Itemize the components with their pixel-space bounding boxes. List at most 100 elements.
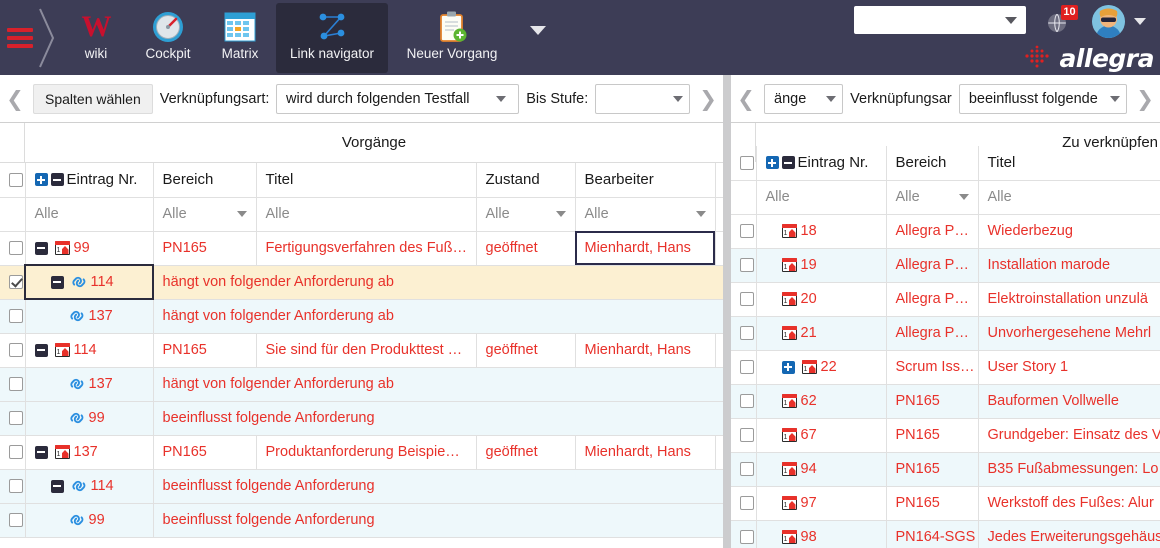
- row-id-cell[interactable]: 99: [25, 503, 153, 537]
- row-id-cell[interactable]: 119: [756, 248, 886, 282]
- row-titel[interactable]: Jedes Erweiterungsgehäus: [978, 520, 1160, 548]
- row-select-cell[interactable]: [731, 248, 756, 282]
- notifications-globe-button[interactable]: 10: [1045, 10, 1079, 40]
- chevron-right-icon[interactable]: ❯: [1134, 84, 1156, 114]
- row-bereich[interactable]: PN165: [886, 452, 978, 486]
- nav-item-cockpit[interactable]: Cockpit: [132, 3, 204, 73]
- row-id-cell[interactable]: 99: [25, 401, 153, 435]
- table-row[interactable]: 197PN165Werkstoff des Fußes: Alur: [731, 486, 1160, 520]
- row-bereich[interactable]: Allegra P…: [886, 214, 978, 248]
- row-zustand[interactable]: geöffnet: [476, 435, 575, 469]
- row-select-checkbox[interactable]: [9, 445, 23, 459]
- row-select-checkbox[interactable]: [740, 326, 754, 340]
- right-filter-bereich[interactable]: Alle: [886, 180, 978, 214]
- expand-row-icon[interactable]: [782, 361, 795, 374]
- row-id-cell[interactable]: 197: [756, 486, 886, 520]
- chevron-right-icon[interactable]: ❯: [697, 84, 719, 114]
- row-select-checkbox[interactable]: [740, 428, 754, 442]
- row-titel[interactable]: B35 Fußabmessungen: Lo: [978, 452, 1160, 486]
- row-id-cell[interactable]: 120: [756, 282, 886, 316]
- row-bereich[interactable]: PN165: [153, 435, 256, 469]
- row-bereich[interactable]: PN165: [886, 486, 978, 520]
- column-header-bearbeiter[interactable]: Bearbeiter: [575, 163, 715, 197]
- table-row[interactable]: 114hängt von folgender Anforderung ab: [0, 265, 723, 299]
- filter-bearbeiter[interactable]: Alle: [575, 197, 715, 231]
- table-row[interactable]: 194PN165B35 Fußabmessungen: Lo: [731, 452, 1160, 486]
- row-id-cell[interactable]: 114: [25, 265, 153, 299]
- collapse-row-icon[interactable]: [35, 242, 48, 255]
- row-bereich[interactable]: PN164-SGS: [886, 520, 978, 548]
- row-zustand[interactable]: geöffnet: [476, 231, 575, 265]
- row-titel[interactable]: Elektroinstallation unzulä: [978, 282, 1160, 316]
- row-c[interactable]: 1: [715, 231, 723, 265]
- row-select-cell[interactable]: [0, 333, 25, 367]
- row-bereich[interactable]: Scrum Iss…: [886, 350, 978, 384]
- expand-all-icon[interactable]: [766, 156, 779, 169]
- row-titel[interactable]: Installation marode: [978, 248, 1160, 282]
- row-select-checkbox[interactable]: [9, 275, 23, 289]
- row-bereich[interactable]: PN165: [886, 384, 978, 418]
- row-id-cell[interactable]: 137: [25, 367, 153, 401]
- chevron-down-icon[interactable]: [530, 26, 546, 35]
- filter-c[interactable]: A: [715, 197, 723, 231]
- row-id-cell[interactable]: 118: [756, 214, 886, 248]
- table-row[interactable]: 119Allegra P…Installation marode: [731, 248, 1160, 282]
- row-id-cell[interactable]: 1137: [25, 435, 153, 469]
- row-id-cell[interactable]: 194: [756, 452, 886, 486]
- filter-zustand[interactable]: Alle: [476, 197, 575, 231]
- row-select-cell[interactable]: [0, 265, 25, 299]
- table-row[interactable]: 1137PN165Produktanforderung Beispie…geöf…: [0, 435, 723, 469]
- table-row[interactable]: 137hängt von folgender Anforderung ab: [0, 299, 723, 333]
- row-c[interactable]: 2: [715, 435, 723, 469]
- column-header-titel[interactable]: Titel: [256, 163, 476, 197]
- row-select-cell[interactable]: [0, 469, 25, 503]
- row-select-cell[interactable]: [0, 231, 25, 265]
- row-select-checkbox[interactable]: [9, 479, 23, 493]
- table-row[interactable]: 121Allegra P…Unvorhergesehene Mehrl: [731, 316, 1160, 350]
- row-select-checkbox[interactable]: [740, 224, 754, 238]
- filter-eintrag-nr[interactable]: Alle: [25, 197, 153, 231]
- level-select[interactable]: [595, 84, 690, 114]
- row-id-cell[interactable]: 198: [756, 520, 886, 548]
- row-titel[interactable]: Produktanforderung Beispie…: [256, 435, 476, 469]
- row-select-checkbox[interactable]: [9, 241, 23, 255]
- row-id-cell[interactable]: 199: [25, 231, 153, 265]
- row-id-cell[interactable]: 1114: [25, 333, 153, 367]
- row-c[interactable]: 2: [715, 333, 723, 367]
- row-select-checkbox[interactable]: [740, 258, 754, 272]
- row-bereich[interactable]: PN165: [153, 231, 256, 265]
- right-link-type-select[interactable]: beeinflusst folgende A: [959, 84, 1127, 114]
- row-select-checkbox[interactable]: [740, 360, 754, 374]
- nav-item-matrix[interactable]: Matrix: [204, 3, 276, 73]
- row-link-text[interactable]: beeinflusst folgende Anforderung: [153, 401, 723, 435]
- column-header-c[interactable]: C: [715, 163, 723, 197]
- column-header-eintrag-nr[interactable]: Eintrag Nr.: [25, 163, 153, 197]
- right-filter-eintrag-nr[interactable]: Alle: [756, 180, 886, 214]
- row-id-cell[interactable]: 167: [756, 418, 886, 452]
- row-id-cell[interactable]: 121: [756, 316, 886, 350]
- row-select-cell[interactable]: [731, 520, 756, 548]
- right-column-header-eintrag-nr[interactable]: Eintrag Nr.: [756, 146, 886, 180]
- table-row[interactable]: 137hängt von folgender Anforderung ab: [0, 367, 723, 401]
- filter-titel[interactable]: Alle: [256, 197, 476, 231]
- row-select-checkbox[interactable]: [740, 530, 754, 544]
- table-row[interactable]: 1114PN165Sie sind für den Produkttest …g…: [0, 333, 723, 367]
- right-filter-titel[interactable]: Alle: [978, 180, 1160, 214]
- scope-select[interactable]: änge: [764, 84, 843, 114]
- right-column-header-titel[interactable]: Titel: [978, 146, 1160, 180]
- hamburger-menu-icon[interactable]: [0, 0, 34, 75]
- table-row[interactable]: 122Scrum Iss…User Story 1: [731, 350, 1160, 384]
- table-row[interactable]: 198PN164-SGSJedes Erweiterungsgehäus: [731, 520, 1160, 548]
- row-id-cell[interactable]: 162: [756, 384, 886, 418]
- chevron-left-icon[interactable]: ❮: [4, 84, 26, 114]
- filter-bereich[interactable]: Alle: [153, 197, 256, 231]
- row-titel[interactable]: Werkstoff des Fußes: Alur: [978, 486, 1160, 520]
- row-bereich[interactable]: Allegra P…: [886, 248, 978, 282]
- expand-all-icon[interactable]: [35, 173, 48, 186]
- select-all-checkbox[interactable]: [740, 156, 754, 170]
- nav-item-neuer-vorgang[interactable]: Neuer Vorgang: [388, 3, 516, 73]
- table-row[interactable]: 167PN165Grundgeber: Einsatz des V: [731, 418, 1160, 452]
- row-link-text[interactable]: hängt von folgender Anforderung ab: [153, 265, 723, 299]
- collapse-row-icon[interactable]: [51, 276, 64, 289]
- row-id-cell[interactable]: 122: [756, 350, 886, 384]
